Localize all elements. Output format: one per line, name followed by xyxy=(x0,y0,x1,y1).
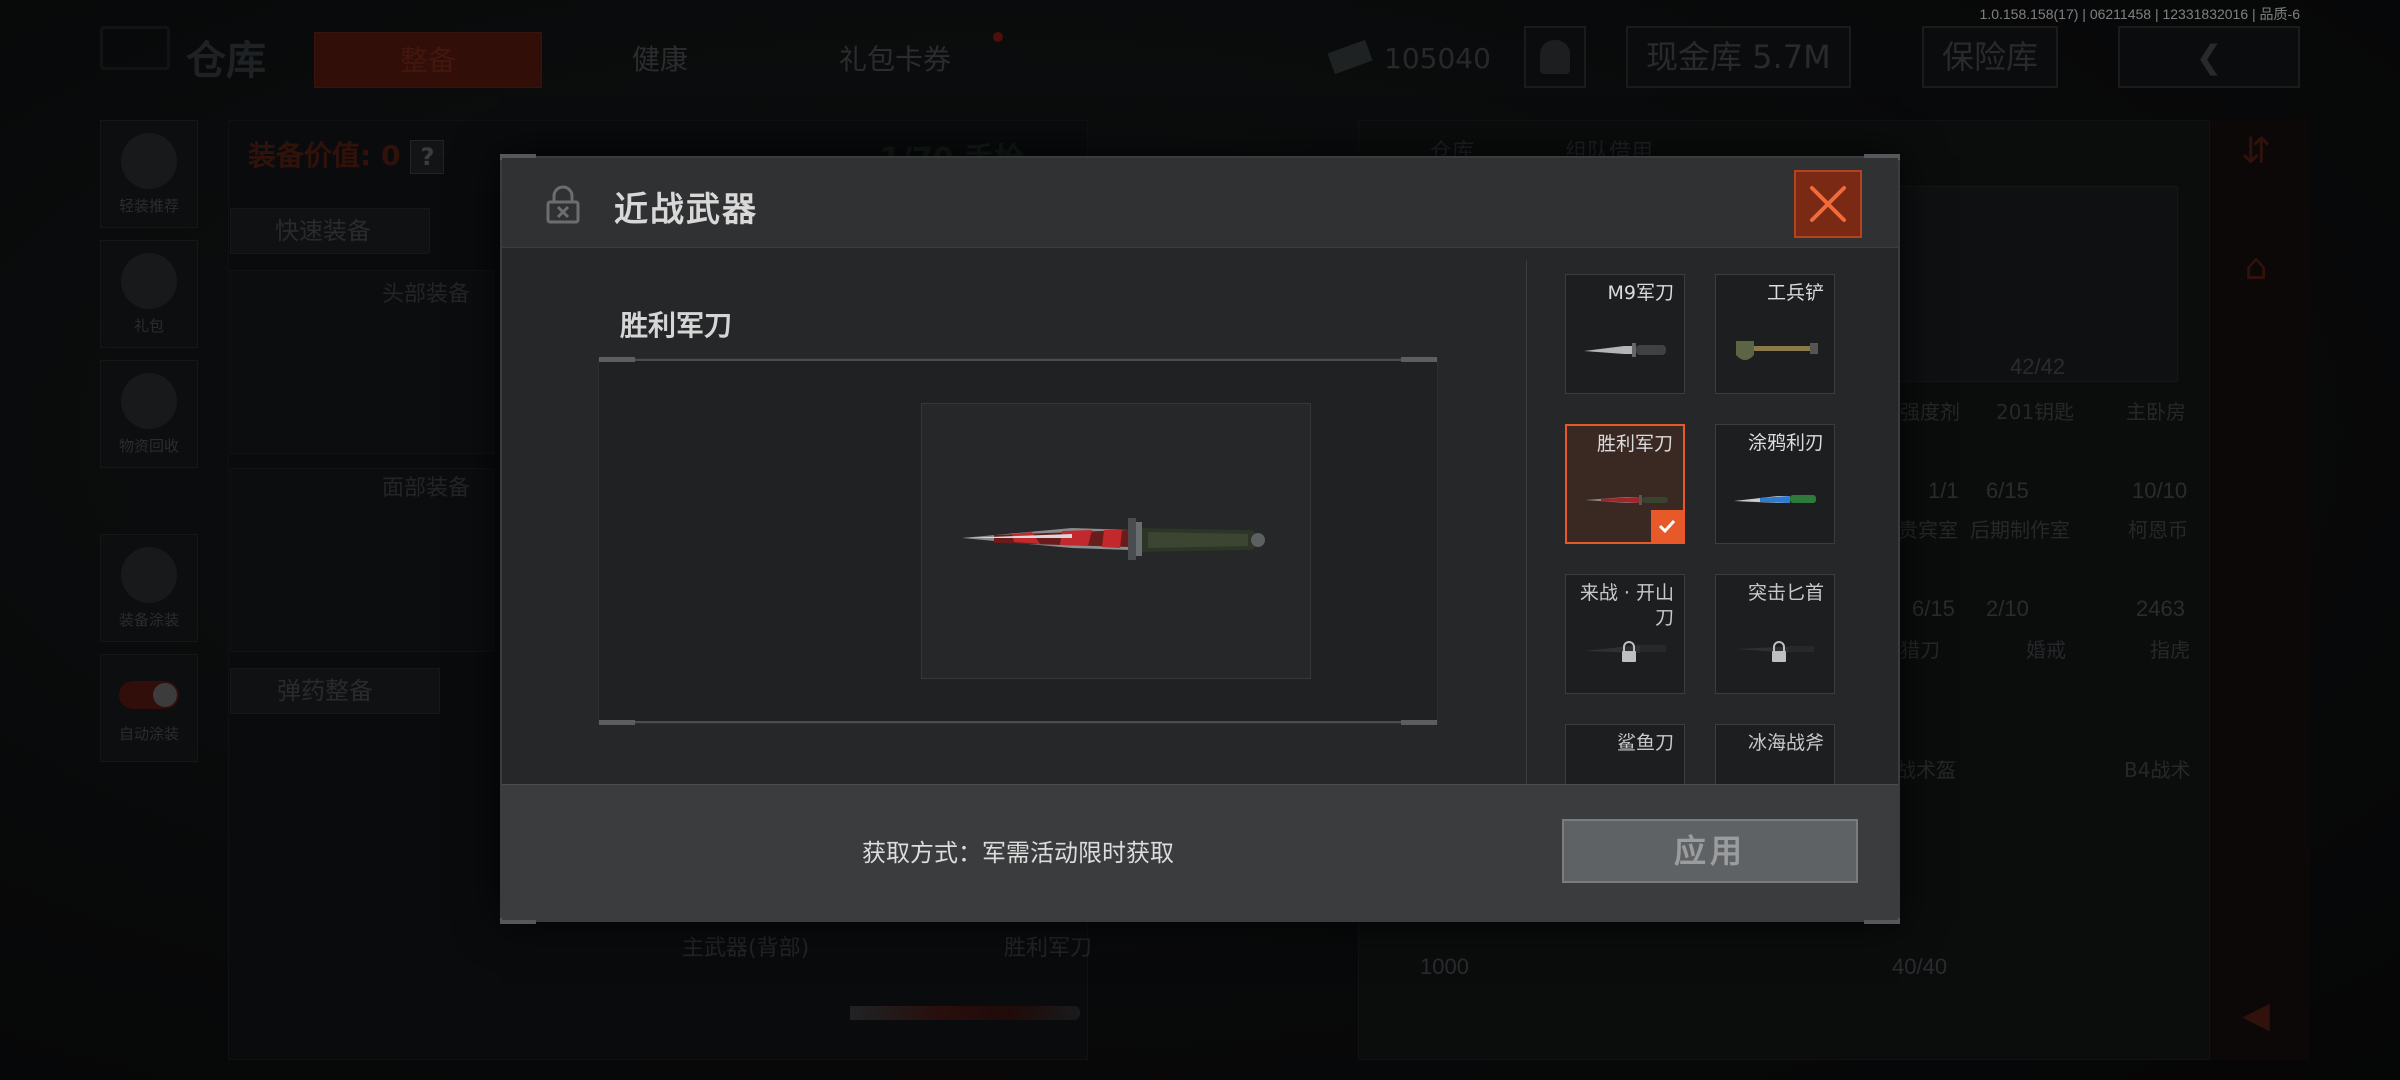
acquisition-method: 获取方式：军需活动限时获取 xyxy=(862,839,1174,867)
weapon-item-victory-knife[interactable]: 胜利军刀 xyxy=(1565,424,1685,544)
shovel-thumb xyxy=(1736,341,1818,360)
weapon-preview-box xyxy=(921,403,1311,679)
weapon-item-name: 工兵铲 xyxy=(1766,282,1824,304)
close-button[interactable] xyxy=(1794,170,1862,238)
padlock-icon xyxy=(1772,641,1786,662)
frame-cap xyxy=(599,357,635,362)
selected-check-icon xyxy=(1651,510,1683,542)
modal-header: 近战武器 xyxy=(502,158,1898,248)
modal-footer: 获取方式：军需活动限时获取 应用 xyxy=(502,784,1898,920)
weapon-item-name: 来战 · 开山 刀 xyxy=(1579,582,1674,629)
weapon-item-assault-dagger[interactable]: 突击匕首 xyxy=(1715,574,1835,694)
preview-panel xyxy=(598,357,1438,725)
frame-cap xyxy=(1401,357,1437,362)
weapon-item-graffiti-blade[interactable]: 涂鸦利刃 xyxy=(1715,424,1835,544)
weapon-item-name: 鲨鱼刀 xyxy=(1616,732,1674,754)
preview-weapon-name: 胜利军刀 xyxy=(620,309,733,342)
weapon-item-machete[interactable]: 来战 · 开山 刀 xyxy=(1565,574,1685,694)
victory-knife-image xyxy=(962,518,1265,560)
close-icon xyxy=(1810,186,1846,222)
weapon-item-m9[interactable]: M9军刀 xyxy=(1565,274,1685,394)
frame-cap xyxy=(1401,720,1437,725)
weapon-item-name: 冰海战斧 xyxy=(1747,732,1824,754)
weapon-list[interactable]: M9军刀 工兵铲 胜利军刀 涂鸦利刃 来战 · 开山 刀 突击匕首 鲨鱼刀 冰海… xyxy=(1526,260,1896,796)
weapon-item-name: 突击匕首 xyxy=(1747,582,1824,604)
weapon-item-shovel[interactable]: 工兵铲 xyxy=(1715,274,1835,394)
frame-line xyxy=(635,721,1403,723)
weapon-item-name: 涂鸦利刃 xyxy=(1747,432,1824,454)
apply-button[interactable]: 应用 xyxy=(1562,819,1858,883)
frame-cap xyxy=(599,720,635,725)
graffiti-blade-thumb xyxy=(1734,495,1816,503)
melee-weapon-modal: 近战武器 胜利军刀 M9军刀 工兵铲 胜利军刀 涂鸦利刃 来战 · 开山 刀 突… xyxy=(500,154,1900,924)
padlock-icon xyxy=(1622,641,1636,662)
lock-icon xyxy=(546,185,580,224)
frame-line xyxy=(635,359,1403,361)
weapon-item-name: M9军刀 xyxy=(1607,282,1674,304)
m9-knife-thumb xyxy=(1584,343,1666,357)
weapon-item-name: 胜利军刀 xyxy=(1596,433,1673,455)
modal-title: 近战武器 xyxy=(614,190,758,230)
